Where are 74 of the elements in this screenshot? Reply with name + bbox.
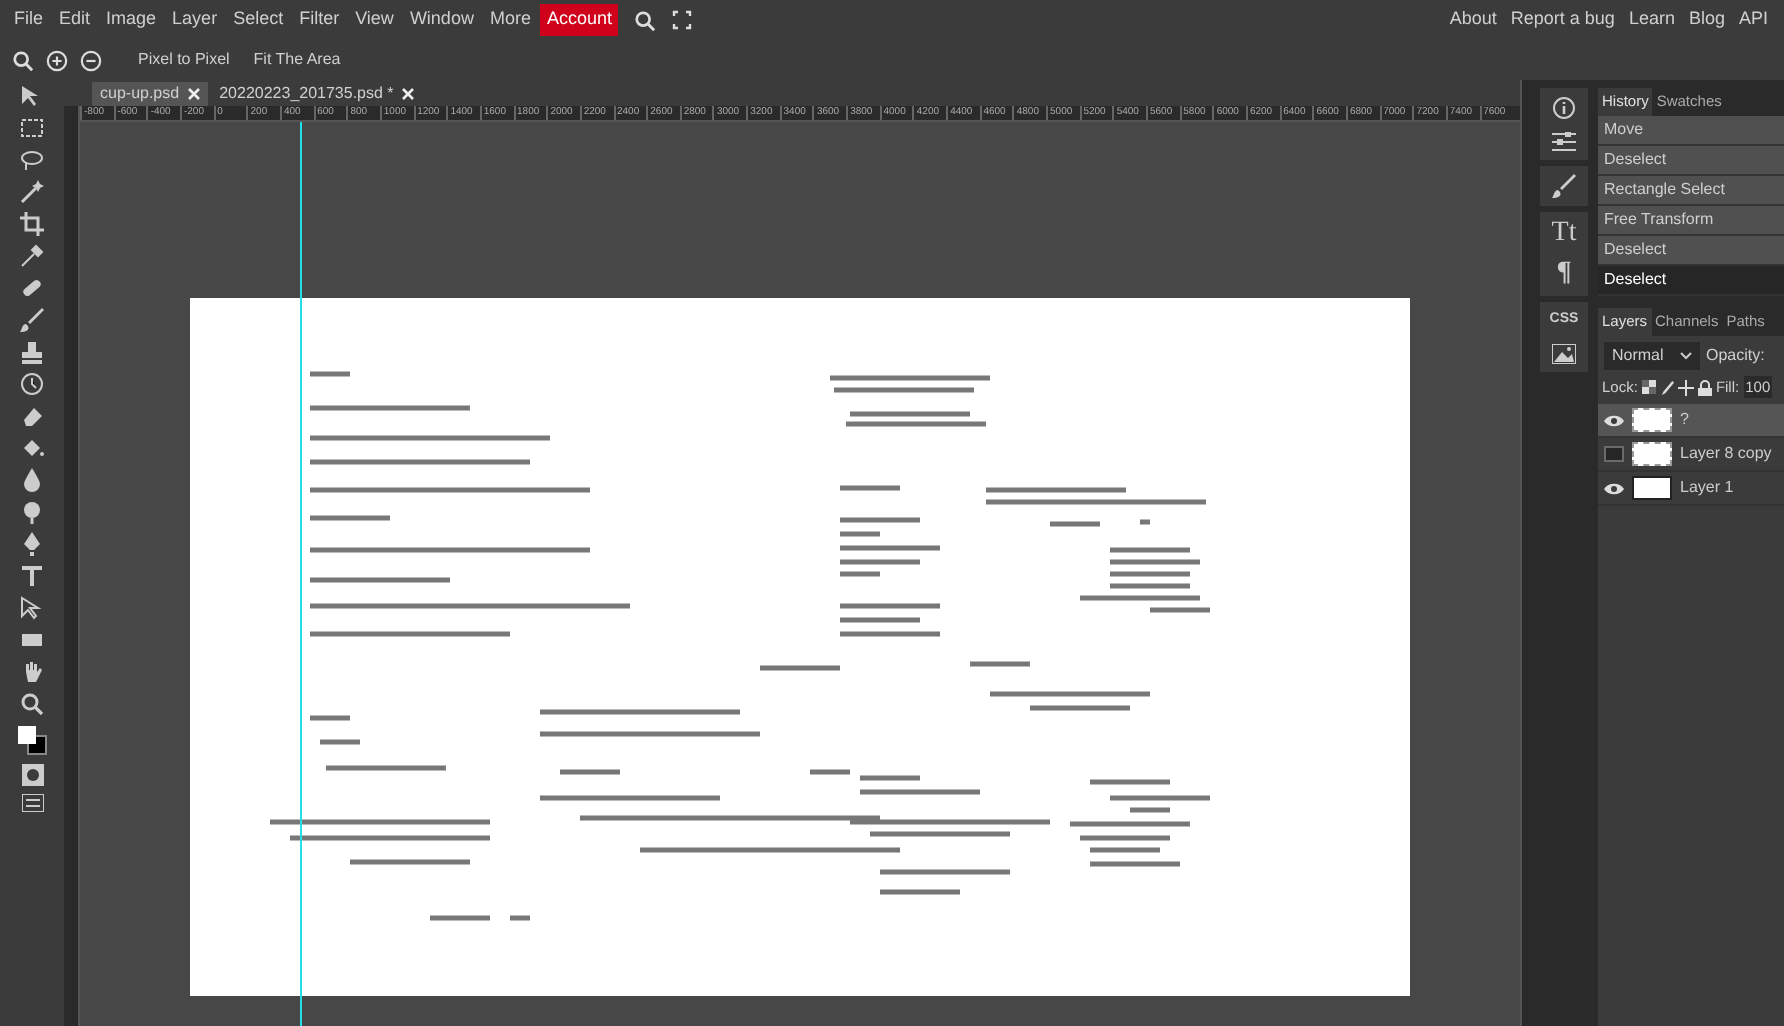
toolbar-button[interactable]: Pixel to Pixel <box>130 46 238 74</box>
menu-item[interactable]: File <box>8 4 50 36</box>
header-link[interactable]: API <box>1738 6 1768 34</box>
layer-thumbnail <box>1632 442 1672 467</box>
document-tab[interactable]: cup-up.psd <box>92 82 208 106</box>
close-icon[interactable] <box>187 88 200 100</box>
zoom-in-icon[interactable] <box>46 49 68 71</box>
quick-mask-icon[interactable] <box>21 764 43 786</box>
sliders-icon[interactable] <box>1552 132 1576 152</box>
blur-tool-icon[interactable] <box>20 468 44 492</box>
lock-icon[interactable] <box>1697 379 1712 396</box>
fullscreen-icon[interactable] <box>672 10 692 30</box>
history-item[interactable]: Free Transform <box>1598 206 1784 236</box>
history-item[interactable]: Deselect <box>1598 266 1784 296</box>
image-icon[interactable] <box>1552 343 1576 363</box>
header-link[interactable]: About <box>1449 6 1497 34</box>
zoom-out-icon[interactable] <box>80 49 102 71</box>
close-icon[interactable] <box>401 88 414 100</box>
stamp-tool-icon[interactable] <box>20 340 44 364</box>
paragraph-panel-button[interactable]: ¶ <box>1556 260 1572 288</box>
menu-item[interactable]: Window <box>403 4 480 36</box>
wand-tool-icon[interactable] <box>20 180 44 204</box>
header-link[interactable]: Blog <box>1688 6 1725 34</box>
crop-tool-icon[interactable] <box>20 212 44 236</box>
menu-item[interactable]: Filter <box>293 4 346 36</box>
zoom-tool-icon[interactable] <box>20 692 44 716</box>
menu-item[interactable]: Account <box>540 4 618 36</box>
layer-row[interactable]: ? <box>1598 404 1784 439</box>
brush-tool-icon[interactable] <box>20 308 44 332</box>
eye-icon[interactable] <box>1604 413 1624 428</box>
color-swatches-icon[interactable] <box>16 724 48 756</box>
text-tool-icon[interactable] <box>20 564 44 588</box>
opacity-label: Opacity: <box>1706 344 1765 368</box>
menu-item[interactable]: View <box>349 4 400 36</box>
lock-transparency-icon[interactable] <box>1641 380 1656 395</box>
history-item[interactable]: Rectangle Select <box>1598 176 1784 206</box>
header-link[interactable]: Report a bug <box>1510 6 1615 34</box>
shape-tool-icon[interactable] <box>20 628 44 652</box>
eye-icon[interactable] <box>1604 481 1624 496</box>
menu-item[interactable]: Layer <box>166 4 224 36</box>
zoom-icon[interactable] <box>12 49 34 71</box>
header-link[interactable]: Learn <box>1628 6 1675 34</box>
bucket-tool-icon[interactable] <box>20 436 44 460</box>
hand-tool-icon[interactable] <box>20 660 44 684</box>
toolbar-button[interactable]: Fit The Area <box>245 46 349 74</box>
move-icon[interactable] <box>1677 379 1694 396</box>
history-item[interactable]: Deselect <box>1598 146 1784 176</box>
visibility-checkbox[interactable] <box>1604 446 1624 463</box>
dodge-tool-icon[interactable] <box>20 500 44 524</box>
blend-mode-dropdown[interactable]: Normal <box>1604 342 1700 370</box>
menu-item[interactable]: More <box>483 4 537 36</box>
eraser-tool-icon[interactable] <box>20 404 44 428</box>
layer-row[interactable]: Layer 8 copy <box>1598 438 1784 473</box>
pen-tool-icon[interactable] <box>20 532 44 556</box>
history-item[interactable]: Move <box>1598 116 1784 146</box>
history-tool-icon[interactable] <box>20 372 44 396</box>
menu-item[interactable]: Image <box>100 4 163 36</box>
history-item[interactable]: Deselect <box>1598 236 1784 266</box>
eyedropper-tool-icon[interactable] <box>20 244 44 268</box>
menu-item[interactable]: Select <box>227 4 290 36</box>
menu-item[interactable]: Edit <box>53 4 97 36</box>
info-icon[interactable] <box>1552 96 1576 120</box>
screen-mode-icon[interactable] <box>21 794 43 812</box>
layer-row[interactable]: Layer 1 <box>1598 472 1784 507</box>
lasso-tool-icon[interactable] <box>20 148 44 172</box>
brush-icon[interactable] <box>1659 379 1674 396</box>
path-tool-icon[interactable] <box>20 596 44 620</box>
character-panel-button[interactable]: Tt <box>1551 220 1577 248</box>
layer-thumbnail <box>1632 408 1672 433</box>
brush-settings-icon[interactable] <box>1552 174 1576 198</box>
layer-thumbnail <box>1632 476 1672 501</box>
marquee-tool-icon[interactable] <box>20 116 44 140</box>
caret-icon <box>1680 352 1692 360</box>
search-icon[interactable] <box>634 9 656 31</box>
